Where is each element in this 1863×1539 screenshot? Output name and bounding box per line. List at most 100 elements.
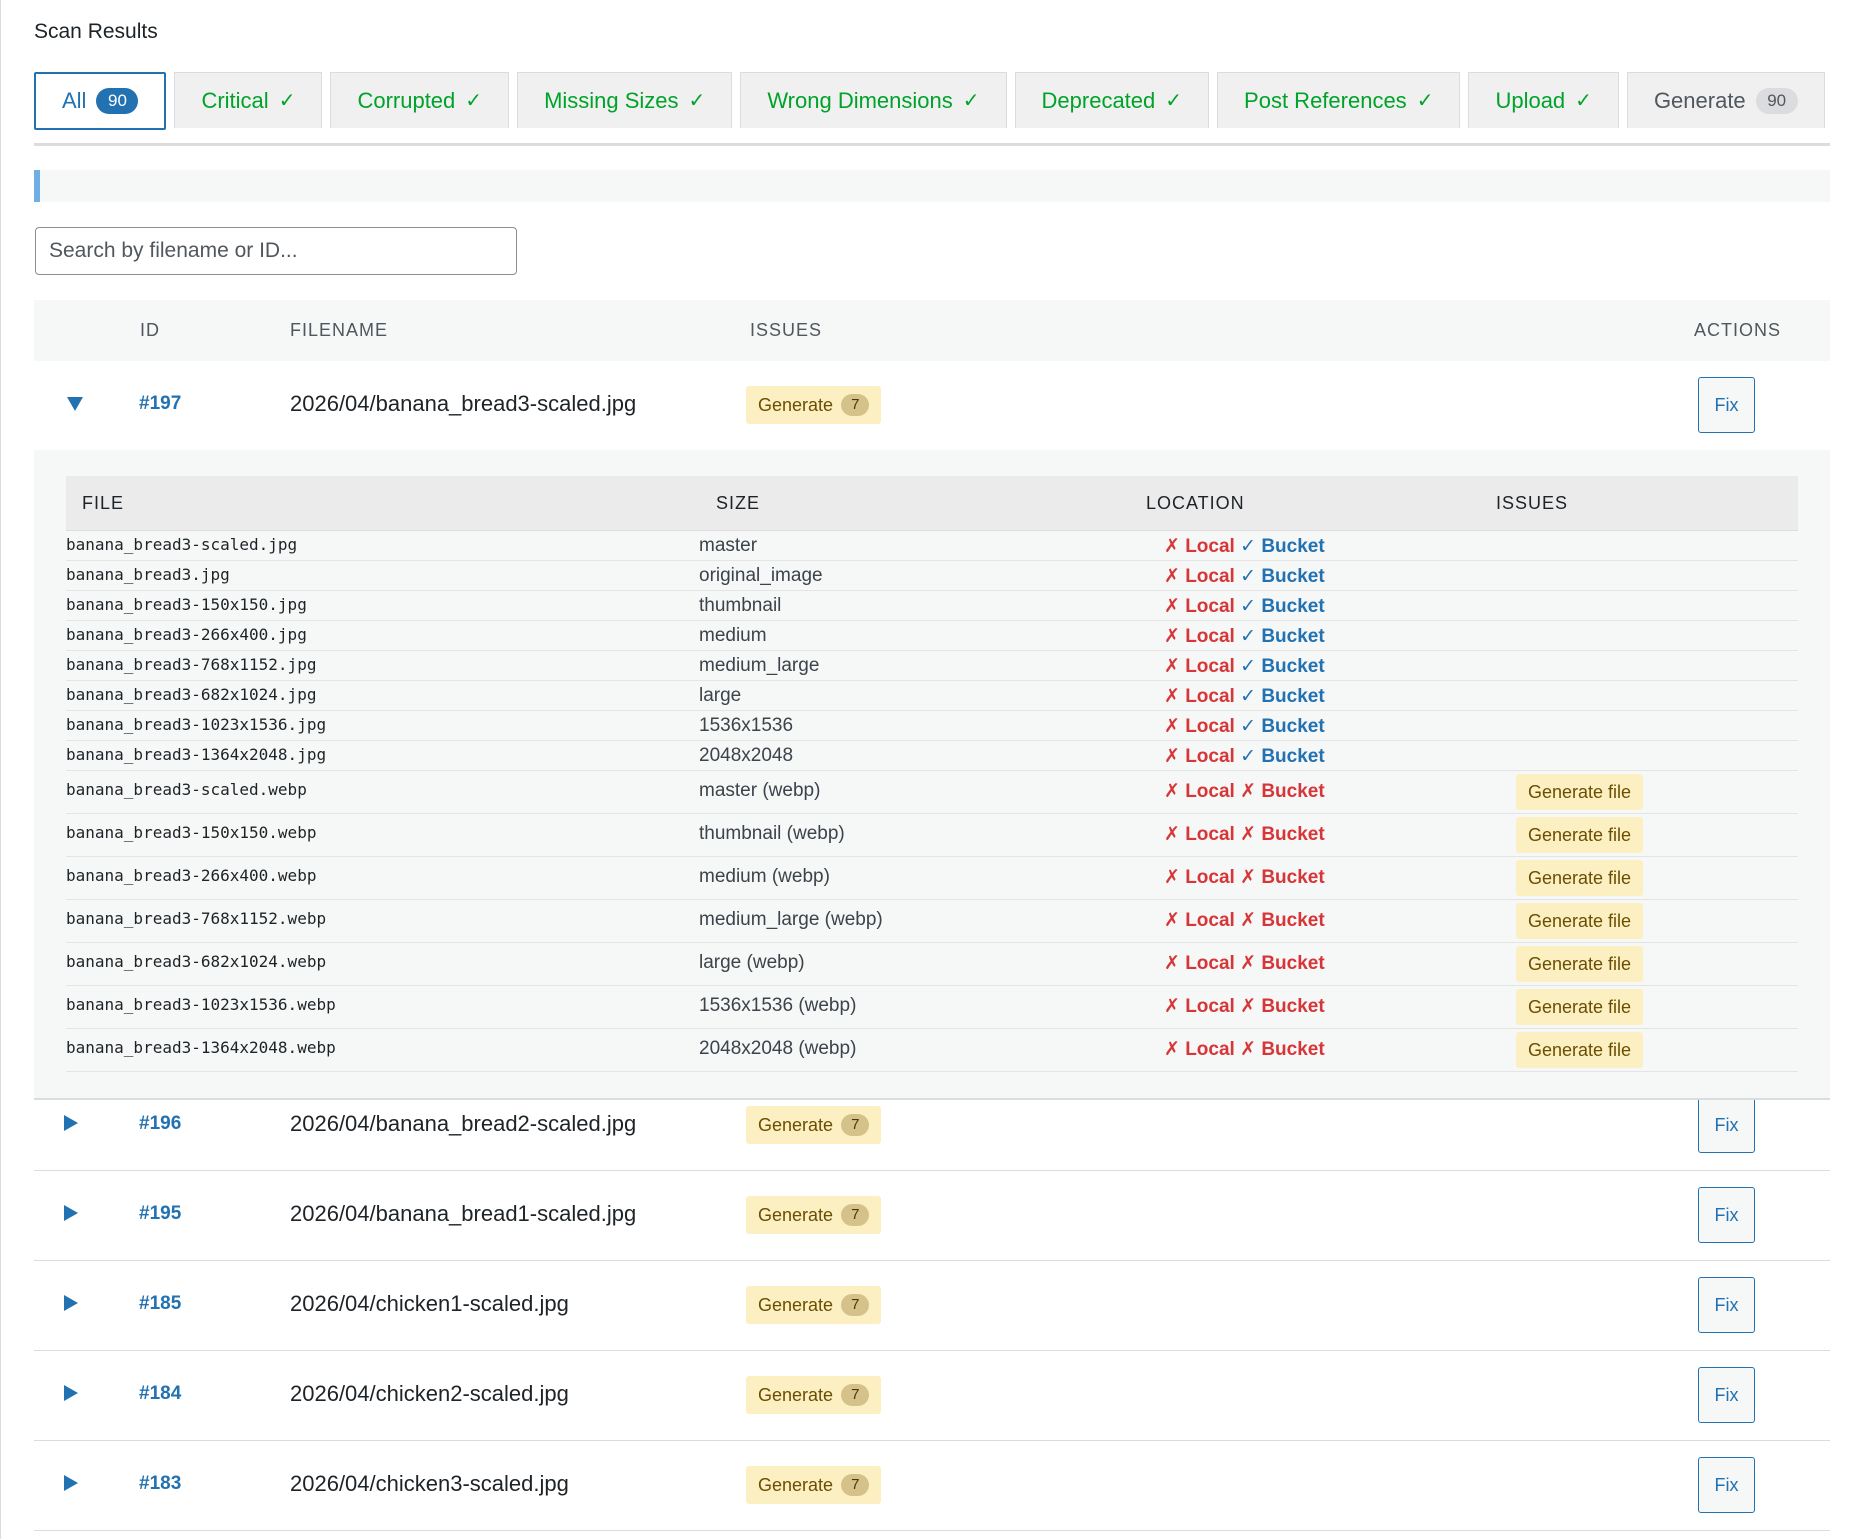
location-status: ✗ Local ✗ Bucket — [1164, 823, 1325, 846]
checkmark-icon: ✓ — [465, 90, 483, 112]
x-icon: ✗ — [1164, 656, 1186, 677]
bucket-label: Bucket — [1261, 867, 1325, 888]
checkmark-icon: ✓ — [1416, 90, 1434, 112]
left-border — [0, 0, 1, 1539]
fix-button[interactable]: Fix — [1698, 1277, 1755, 1333]
attachment-filename: 2026/04/chicken1-scaled.jpg — [290, 1291, 569, 1316]
tab-label: Corrupted — [357, 87, 456, 113]
expand-arrow-icon[interactable] — [64, 1115, 78, 1131]
expand-arrow-icon[interactable] — [64, 1475, 78, 1491]
tab-missing-sizes[interactable]: Missing Sizes ✓ — [517, 72, 733, 128]
details-header-size: SIZE — [716, 493, 761, 513]
fix-button[interactable]: Fix — [1698, 1097, 1755, 1153]
file-name: banana_bread3-682x1024.jpg — [66, 685, 317, 704]
file-row: banana_bread3-scaled.webp master (webp) ✗ … — [66, 770, 1798, 814]
size-name: original_image — [699, 565, 823, 586]
size-name: medium — [699, 625, 767, 646]
file-name: banana_bread3-1364x2048.webp — [66, 1038, 336, 1057]
checkmark-icon: ✓ — [688, 90, 706, 112]
bucket-label: Bucket — [1261, 716, 1325, 737]
issue-label: Generate — [758, 1294, 834, 1315]
attachment-id-link[interactable]: #183 — [139, 1473, 181, 1495]
x-icon: ✗ — [1164, 626, 1186, 647]
file-name: banana_bread3-682x1024.webp — [66, 952, 327, 971]
issue-badge: Generate 7 — [746, 1286, 882, 1324]
tab-wrong-dimensions[interactable]: Wrong Dimensions ✓ — [740, 72, 1007, 128]
checkmark-icon: ✓ — [1165, 90, 1183, 112]
tab-deprecated[interactable]: Deprecated ✓ — [1014, 72, 1210, 128]
bucket-label: Bucket — [1261, 656, 1325, 677]
tab-post-references[interactable]: Post References ✓ — [1217, 72, 1461, 128]
location-status: ✗ Local ✓ Bucket — [1164, 715, 1325, 738]
fix-button[interactable]: Fix — [1698, 1367, 1755, 1423]
check-icon: ✓ — [1234, 716, 1262, 737]
generate-file-badge: Generate file — [1516, 774, 1644, 810]
file-row: banana_bread3-682x1024.webp large (webp) ✗… — [66, 942, 1798, 986]
table-row: #197 2026/04/banana_bread3-scaled.jpg Gene… — [34, 361, 1830, 452]
location-status: ✗ Local ✗ Bucket — [1164, 909, 1325, 932]
size-name: master (webp) — [699, 780, 821, 801]
attachment-id-link[interactable]: #185 — [139, 1293, 181, 1315]
local-label: Local — [1185, 1039, 1235, 1060]
x-icon: ✗ — [1234, 953, 1262, 974]
file-name: banana_bread3-768x1152.jpg — [66, 655, 317, 674]
fix-button[interactable]: Fix — [1698, 1187, 1755, 1243]
attachment-id-link[interactable]: #196 — [139, 1113, 181, 1135]
file-row: banana_bread3-1023x1536.jpg 1536x1536 ✗ Lo… — [66, 710, 1798, 741]
tab-critical[interactable]: Critical ✓ — [174, 72, 323, 128]
file-name: banana_bread3-scaled.jpg — [66, 535, 298, 554]
issue-badge: Generate 7 — [746, 1376, 882, 1414]
tab-count-badge: 90 — [96, 88, 139, 114]
expand-arrow-icon[interactable] — [64, 1205, 78, 1221]
tab-upload[interactable]: Upload ✓ — [1468, 72, 1619, 128]
local-label: Local — [1185, 867, 1235, 888]
tab-all[interactable]: All 90 — [34, 72, 167, 130]
expand-arrow-icon[interactable] — [64, 1385, 78, 1401]
fix-button[interactable]: Fix — [1698, 377, 1755, 433]
table-row: #183 2026/04/chicken3-scaled.jpg Generate 7… — [34, 1441, 1830, 1531]
column-header-filename: FILENAME — [290, 320, 389, 340]
issue-count: 7 — [841, 1474, 870, 1496]
bucket-label: Bucket — [1261, 824, 1325, 845]
location-status: ✗ Local ✓ Bucket — [1164, 655, 1325, 678]
file-name: banana_bread3-1023x1536.webp — [66, 995, 336, 1014]
attachment-filename: 2026/04/chicken3-scaled.jpg — [290, 1471, 569, 1496]
collapse-arrow-icon[interactable] — [67, 397, 83, 411]
fix-button[interactable]: Fix — [1698, 1457, 1755, 1513]
x-icon: ✗ — [1164, 996, 1186, 1017]
tab-generate[interactable]: Generate 90 — [1626, 72, 1825, 128]
file-name: banana_bread3-266x400.jpg — [66, 625, 307, 644]
size-name: large (webp) — [699, 952, 805, 973]
tab-corrupted[interactable]: Corrupted ✓ — [330, 72, 510, 128]
x-icon: ✗ — [1164, 746, 1186, 767]
table-row: #184 2026/04/chicken2-scaled.jpg Generate 7… — [34, 1351, 1830, 1441]
attachment-id-link[interactable]: #197 — [139, 393, 181, 415]
x-icon: ✗ — [1164, 686, 1186, 707]
attachment-id-link[interactable]: #195 — [139, 1203, 181, 1225]
scan-results-page: Scan Results All 90 Critical ✓ Corrupted ✓ Mis… — [0, 0, 1863, 1539]
bucket-label: Bucket — [1261, 596, 1325, 617]
expand-arrow-icon[interactable] — [64, 1295, 78, 1311]
issue-label: Generate — [758, 1204, 834, 1225]
details-table-header: FILE SIZE LOCATION ISSUES — [66, 476, 1798, 531]
size-name: medium_large (webp) — [699, 909, 883, 930]
details-header-file: FILE — [82, 493, 125, 513]
x-icon: ✗ — [1234, 781, 1262, 802]
size-name: medium (webp) — [699, 866, 830, 887]
local-label: Local — [1185, 686, 1235, 707]
local-label: Local — [1185, 626, 1235, 647]
issue-label: Generate — [758, 1384, 834, 1405]
search-input[interactable] — [35, 227, 517, 275]
local-label: Local — [1185, 536, 1235, 557]
bucket-label: Bucket — [1261, 626, 1325, 647]
filter-tabs: All 90 Critical ✓ Corrupted ✓ Missing Sizes ✓ Wr… — [34, 72, 1825, 130]
file-row: banana_bread3-1023x1536.webp 1536x1536 (w… — [66, 985, 1798, 1029]
attachment-id-link[interactable]: #184 — [139, 1383, 181, 1405]
check-icon: ✓ — [1234, 596, 1262, 617]
x-icon: ✗ — [1234, 1039, 1262, 1060]
size-name: 1536x1536 — [699, 715, 794, 736]
check-icon: ✓ — [1234, 566, 1262, 587]
generate-file-badge: Generate file — [1516, 817, 1644, 853]
attachment-filename: 2026/04/chicken2-scaled.jpg — [290, 1381, 569, 1406]
expanded-details-panel: FILE SIZE LOCATION ISSUES banana_bread3-… — [34, 450, 1830, 1100]
